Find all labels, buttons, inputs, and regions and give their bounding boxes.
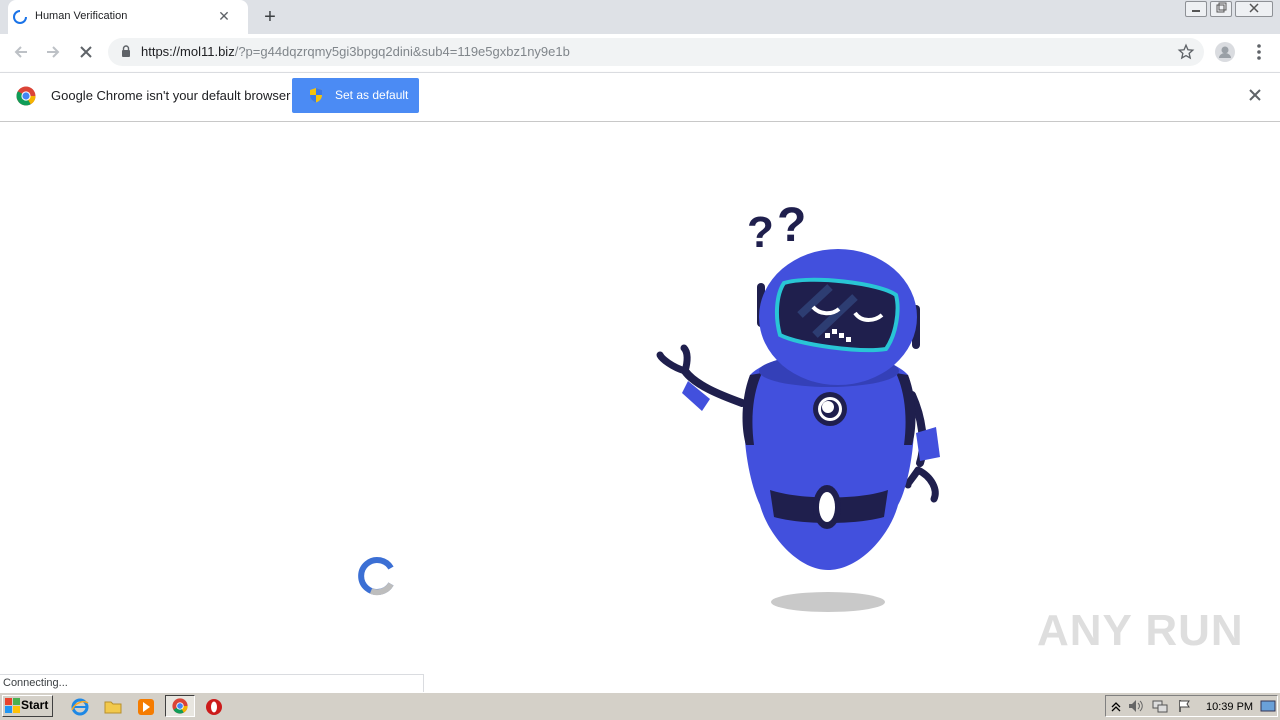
taskbar-clock[interactable]: 10:39 PM bbox=[1206, 701, 1253, 713]
url-host: https://mol11.biz bbox=[141, 44, 235, 59]
svg-text:?: ? bbox=[747, 208, 774, 257]
set-as-default-button[interactable]: Set as default bbox=[292, 78, 419, 113]
back-arrow-icon[interactable] bbox=[12, 43, 30, 61]
url-text[interactable]: https://mol11.biz/?p=g44dqzrqmy5gi3bpgq2… bbox=[141, 44, 570, 59]
new-tab-button[interactable]: + bbox=[259, 6, 281, 28]
loading-spinner-icon bbox=[13, 10, 27, 24]
folder-icon[interactable] bbox=[104, 698, 122, 716]
infobar-message: Google Chrome isn't your default browser bbox=[51, 88, 291, 103]
stop-loading-icon[interactable] bbox=[77, 43, 95, 61]
ie-icon[interactable] bbox=[71, 698, 89, 716]
opera-icon[interactable] bbox=[205, 698, 223, 716]
confused-robot-illustration: ? ? bbox=[656, 199, 940, 612]
show-desktop-icon[interactable] bbox=[1260, 700, 1276, 712]
windows-logo-icon bbox=[5, 698, 20, 713]
media-player-icon[interactable] bbox=[137, 698, 155, 716]
uac-shield-icon bbox=[310, 88, 322, 103]
tab-title: Human Verification bbox=[35, 10, 128, 22]
window-close-button[interactable] bbox=[1235, 1, 1273, 17]
set-as-default-label: Set as default bbox=[335, 88, 409, 102]
chrome-icon bbox=[172, 698, 188, 714]
profile-avatar-icon[interactable] bbox=[1215, 42, 1235, 62]
status-text: Connecting... bbox=[3, 677, 68, 689]
start-button[interactable]: Start bbox=[2, 695, 53, 717]
anyrun-watermark: ANY RUN bbox=[1037, 606, 1244, 655]
kebab-menu-icon[interactable] bbox=[1251, 42, 1267, 62]
action-center-flag-icon[interactable] bbox=[1178, 699, 1192, 713]
chrome-logo-icon bbox=[16, 86, 36, 106]
tab-close-icon[interactable]: ✕ bbox=[216, 8, 232, 24]
forward-arrow-icon[interactable] bbox=[44, 43, 62, 61]
restore-button[interactable] bbox=[1210, 1, 1232, 17]
url-path: /?p=g44dqzrqmy5gi3bpgq2dini&sub4=119e5gx… bbox=[234, 44, 570, 59]
bookmark-star-icon[interactable] bbox=[1177, 43, 1195, 61]
svg-text:?: ? bbox=[777, 199, 806, 252]
infobar-close-icon[interactable] bbox=[1247, 87, 1263, 103]
lock-icon[interactable] bbox=[121, 45, 131, 58]
start-label: Start bbox=[21, 698, 49, 712]
network-icon[interactable] bbox=[1152, 699, 1168, 713]
show-hidden-icons-icon[interactable] bbox=[1110, 700, 1122, 712]
page-loading-spinner-icon bbox=[358, 557, 394, 596]
minimize-button[interactable] bbox=[1185, 1, 1207, 17]
volume-icon[interactable] bbox=[1128, 699, 1144, 713]
taskbar-chrome-button[interactable] bbox=[165, 695, 195, 717]
